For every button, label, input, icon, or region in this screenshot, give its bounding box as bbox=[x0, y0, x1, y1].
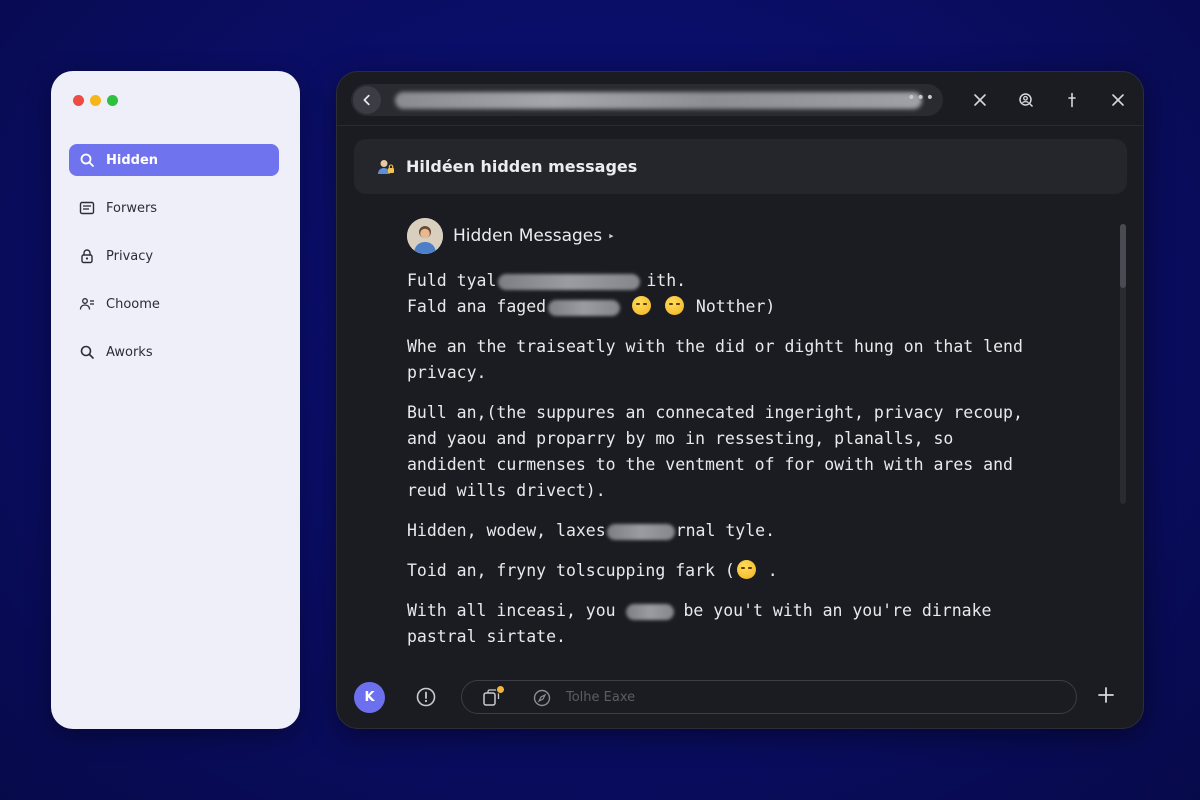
message-text: Toid an, fryny tolscupping fark ( bbox=[407, 561, 735, 580]
redacted-text bbox=[498, 273, 641, 290]
title-actions bbox=[957, 86, 1141, 114]
chat-window: ••• Hildéen hidden messages Hidden Messa… bbox=[336, 71, 1144, 729]
scrollbar[interactable] bbox=[1120, 224, 1126, 504]
message-text: With all inceasi, you bbox=[407, 601, 616, 620]
address-bar[interactable]: ••• bbox=[351, 84, 943, 116]
sender-name: Hidden Messages bbox=[453, 226, 603, 246]
message-line: Fald ana faged Notther) bbox=[407, 294, 1027, 320]
message-input-bar[interactable] bbox=[461, 680, 1077, 714]
sidebar-nav: Hidden Forwers Privacy Choome Aworks bbox=[69, 144, 279, 384]
redacted-text bbox=[606, 523, 675, 540]
redacted-text bbox=[625, 603, 674, 620]
message-paragraph: Toid an, fryny tolscupping fark ( . bbox=[407, 558, 1027, 584]
message-paragraph: Bull an,(the suppures an connecated inge… bbox=[407, 403, 1023, 500]
lock-icon bbox=[78, 247, 96, 265]
add-button[interactable] bbox=[1095, 684, 1117, 706]
message-text: Fuld tyal bbox=[407, 271, 497, 290]
search-icon bbox=[78, 151, 96, 169]
compass-icon bbox=[533, 689, 551, 707]
person-lock-icon bbox=[378, 159, 394, 174]
message-text: Fald ana faged bbox=[407, 297, 547, 316]
back-button[interactable] bbox=[353, 86, 381, 114]
attachment-button[interactable] bbox=[482, 685, 505, 708]
sidebar-item-label: Forwers bbox=[106, 200, 158, 216]
message-paragraph: With all inceasi, you be you't with an y… bbox=[407, 598, 1027, 650]
notification-dot bbox=[496, 685, 505, 694]
titlebar: ••• bbox=[337, 72, 1143, 126]
user-search-icon bbox=[1019, 93, 1034, 108]
redacted-url bbox=[395, 92, 922, 109]
alert-button[interactable] bbox=[415, 686, 437, 708]
pin-button[interactable] bbox=[1049, 86, 1095, 114]
pin-icon bbox=[1068, 92, 1076, 108]
compass-button[interactable] bbox=[533, 689, 551, 707]
window-controls bbox=[73, 95, 118, 106]
close-icon bbox=[974, 94, 986, 106]
message-paragraph: Whe an the traiseatly with the did or di… bbox=[407, 337, 1023, 382]
people-icon bbox=[78, 295, 96, 313]
conversation-header[interactable]: Hildéen hidden messages bbox=[354, 139, 1127, 194]
sidebar-item-aworks[interactable]: Aworks bbox=[69, 336, 279, 368]
message-text: Hidden, wodew, laxes bbox=[407, 521, 606, 540]
conversation-title: Hildéen hidden messages bbox=[406, 157, 638, 176]
sidebar-item-label: Privacy bbox=[106, 248, 154, 264]
redacted-text bbox=[548, 299, 621, 316]
scrollbar-thumb[interactable] bbox=[1120, 224, 1126, 288]
composer: K bbox=[337, 677, 1143, 727]
grinning-emoji-icon bbox=[736, 560, 756, 579]
plus-icon bbox=[1098, 687, 1114, 703]
message-text: Notther) bbox=[695, 297, 776, 316]
sidebar-item-label: Aworks bbox=[106, 344, 153, 360]
message-text: ith. bbox=[646, 271, 687, 290]
sidebar-item-privacy[interactable]: Privacy bbox=[69, 240, 279, 272]
sidebar-item-label: Choome bbox=[106, 296, 160, 312]
list-icon bbox=[78, 199, 96, 217]
chevron-left-icon bbox=[363, 94, 370, 106]
app-badge-button[interactable]: K bbox=[354, 682, 385, 713]
laughing-emoji-icon bbox=[632, 296, 652, 315]
caret-right-icon: ▸ bbox=[608, 229, 615, 242]
sidebar-item-label: Hidden bbox=[106, 152, 159, 168]
message-text: rnal tyle. bbox=[675, 521, 776, 540]
close-window-button[interactable] bbox=[73, 95, 84, 106]
message-paragraph: Hidden, wodew, laxes rnal tyle. bbox=[407, 518, 1027, 544]
message-input[interactable] bbox=[566, 686, 1046, 708]
sidebar-item-choome[interactable]: Choome bbox=[69, 288, 279, 320]
message-thread: Hidden Messages ▸ Fuld tyal ith. Fald an… bbox=[407, 218, 1027, 664]
smiling-emoji-icon bbox=[664, 296, 684, 315]
more-icon[interactable]: ••• bbox=[907, 90, 935, 106]
close-window-button[interactable] bbox=[1095, 86, 1141, 114]
sidebar-window: Hidden Forwers Privacy Choome Aworks bbox=[51, 71, 300, 729]
user-search-button[interactable] bbox=[1003, 86, 1049, 114]
message-text: . bbox=[767, 561, 778, 580]
message-line: Fuld tyal ith. bbox=[407, 268, 1027, 294]
close-icon bbox=[1112, 94, 1124, 106]
avatar bbox=[407, 218, 443, 254]
message-paragraph: Fuld tyal ith. Fald ana faged Notther) bbox=[407, 268, 1027, 320]
message-sender[interactable]: Hidden Messages ▸ bbox=[407, 218, 1027, 254]
sidebar-item-hidden[interactable]: Hidden bbox=[69, 144, 279, 176]
minimize-window-button[interactable] bbox=[90, 95, 101, 106]
alert-icon bbox=[416, 687, 436, 707]
close-tab-button[interactable] bbox=[957, 86, 1003, 114]
maximize-window-button[interactable] bbox=[107, 95, 118, 106]
search-icon bbox=[78, 343, 96, 361]
sidebar-item-forwers[interactable]: Forwers bbox=[69, 192, 279, 224]
